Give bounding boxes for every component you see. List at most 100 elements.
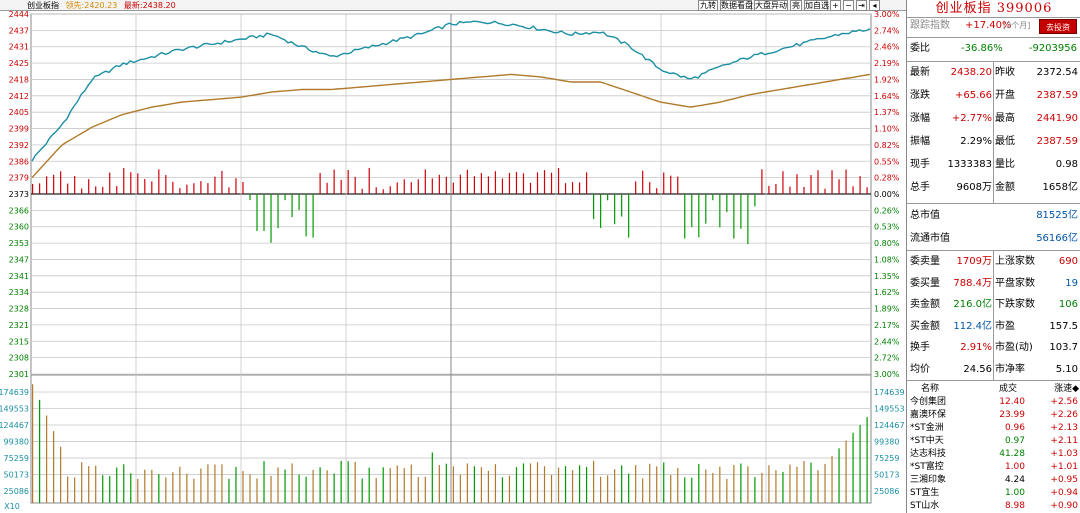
change-bar [473,176,475,194]
price-tick: 2386 [9,157,29,166]
col-price[interactable]: 成交 [999,383,1017,395]
stock-speed: +0.94 [1050,488,1078,498]
volume-bar [593,460,595,503]
volume-bar [712,472,714,503]
volume-bar [242,471,244,503]
volume-bar [305,476,307,503]
chart-grid [30,13,872,504]
volume-bar [621,465,623,503]
volume-bar [705,469,707,503]
stats-label2: 下跌家数 [995,299,1035,310]
stock-price: 8.98 [1004,501,1025,511]
stock-speed: +0.95 [1050,475,1078,485]
volume-bar [522,463,525,503]
stats-label: 委买量 [910,277,940,289]
change-bar [585,172,588,194]
change-bar [698,193,700,238]
change-bar [670,175,672,194]
price-tick: 2431 [9,43,29,52]
volume-bar [445,463,447,503]
index-name: 创业板指 [27,1,59,10]
quote-value2: 2387.59 [1036,136,1078,147]
change-bar [291,193,293,218]
intraday-chart[interactable]: 2444 3.00% 2437 2.74% 2431 2.46% 2425 2.19% 2418… [0,11,906,513]
zoom-in-button[interactable]: + [830,0,841,11]
stock-price: 4.24 [1004,475,1025,485]
stats-label2: 平盘家数 [995,277,1035,289]
pct-tick: 0.53% [874,223,900,232]
change-bar [571,182,574,194]
change-bar [347,169,349,194]
volume-tick: 50173 [4,471,29,480]
volume-bar [333,473,335,503]
stats-label2: 市盈 [995,320,1015,332]
volume-bar [571,470,574,503]
quote-label2: 金额 [995,182,1015,193]
change-bar [607,193,609,201]
stats-label: 卖金额 [910,299,940,310]
volume-bar [123,464,125,503]
col-name[interactable]: 名称 [921,383,939,395]
change-bar [796,174,798,194]
change-bar [172,181,174,194]
col-speed[interactable]: 涨速◆ [1054,383,1079,395]
price-tick: 2353 [9,239,29,248]
change-bar [305,193,307,237]
zoom-out-button[interactable]: − [843,0,854,11]
volume-bar [438,465,440,503]
volume-bar [81,462,83,503]
change-bar [824,188,826,194]
list-item[interactable]: ST山水 8.98 +0.90 [907,500,1080,512]
stock-name: 三湘印象 [910,475,947,485]
change-bar [747,193,749,244]
list-item[interactable]: *ST富控 1.00 +1.01 [907,461,1080,473]
volume-tick-right: 124467 [874,421,905,430]
highlight-button[interactable]: 亮 [790,0,802,11]
change-bar [242,181,244,194]
volume-bar [284,469,286,503]
volume-bar [824,463,826,503]
collapse-button[interactable]: ◂ [869,0,880,11]
change-bar [684,193,686,239]
volume-bar [298,474,300,503]
volume-bar [354,461,356,503]
stats-value: 216.0亿 [953,299,992,310]
invest-button[interactable]: 去投资 [1039,19,1077,34]
volume-bar [845,440,847,503]
quote-panel: 创业板指 399006 跟踪指数 +17.40% [3个月] 去投资 委比 -3… [906,0,1080,513]
add-watchlist-button[interactable]: 加自选 [804,0,829,11]
list-item[interactable]: *ST中天 0.97 +2.11 [907,435,1080,447]
expand-button[interactable]: ⇥ [856,0,867,11]
change-bar [235,178,237,194]
stock-name: 达志科技 [910,449,947,459]
list-item[interactable]: *ST金洲 0.96 +2.13 [907,422,1080,434]
volume-bar [459,474,461,503]
change-bar [60,171,62,194]
data-view-button[interactable]: 数据看盘 [720,0,753,11]
volume-bar [424,476,426,503]
change-bar [207,183,209,194]
change-bar [298,193,300,210]
list-item[interactable]: 今创集团 12.40 +2.56 [907,396,1080,408]
list-item[interactable]: 达志科技 41.28 +1.03 [907,448,1080,460]
volume-bar [480,467,483,503]
volume-bar [361,478,363,503]
track-label: 跟踪指数 [910,20,950,31]
change-bar [452,182,454,194]
volume-bar [866,417,868,503]
change-bar [543,170,546,194]
change-bar [438,174,440,194]
market-alert-button[interactable]: 大盘异动 [754,0,788,11]
stock-name: 今创集团 [910,397,947,407]
volume-bar [494,464,497,503]
volume-bar [291,463,293,503]
list-item[interactable]: 三湘印象 4.24 +0.95 [907,474,1080,486]
change-bar [782,171,784,194]
list-item[interactable]: ST宜生 1.00 +0.94 [907,487,1080,499]
list-item[interactable]: 嘉澳环保 23.99 +2.26 [907,409,1080,421]
volume-bar [130,473,132,503]
price-tick: 2321 [9,321,29,330]
stats-label: 换手 [910,342,930,353]
jiuzhuan-button[interactable]: 九转 [698,0,718,11]
change-bar [536,172,539,194]
